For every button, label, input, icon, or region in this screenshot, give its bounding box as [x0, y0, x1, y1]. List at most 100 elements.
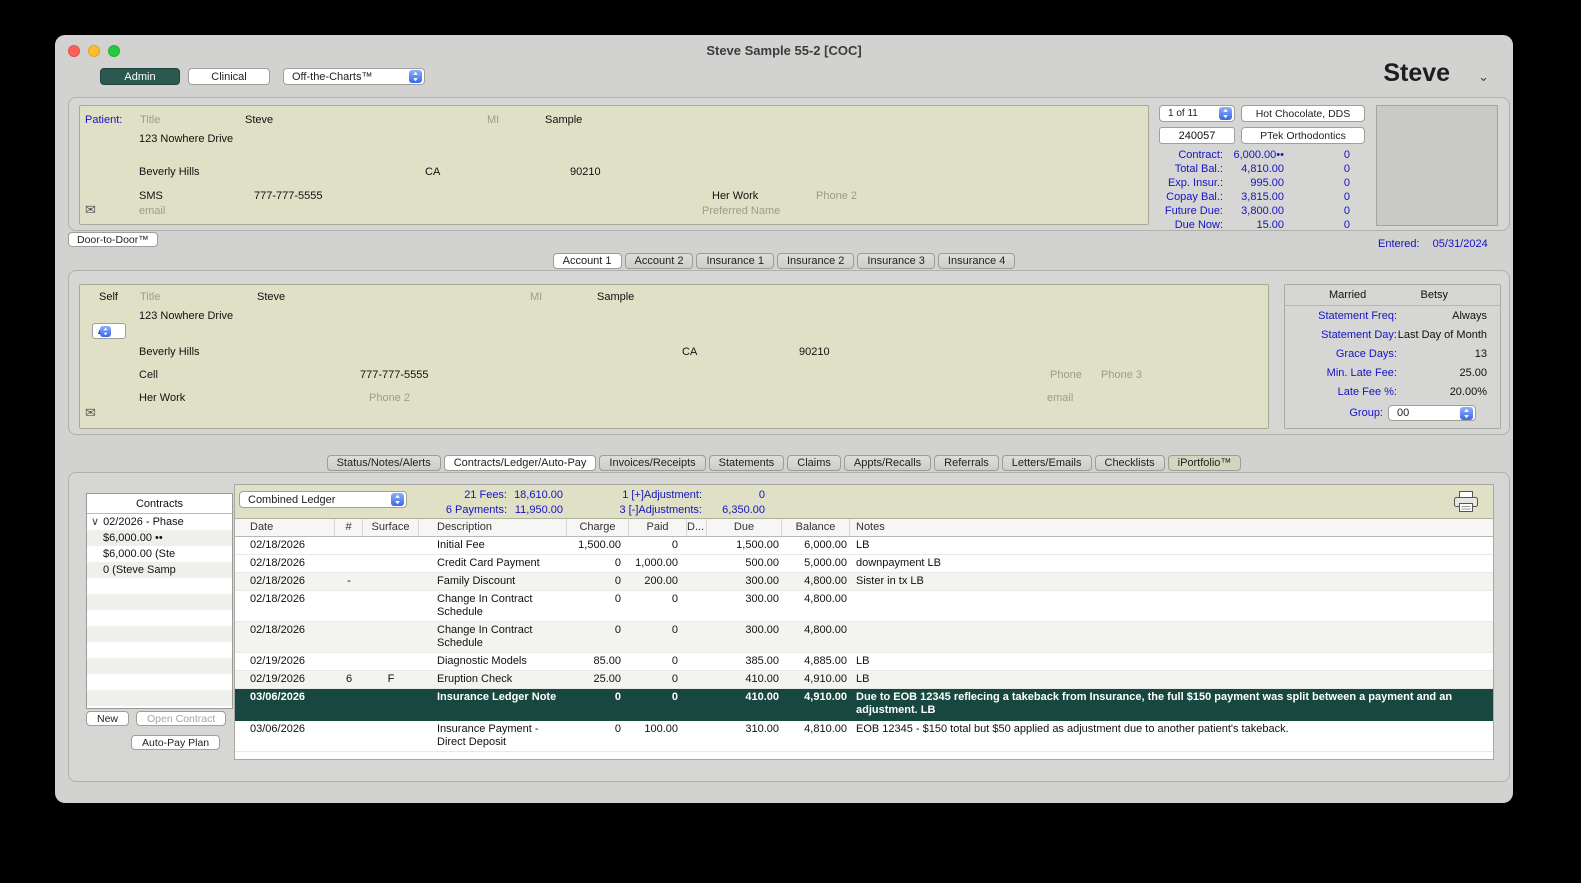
contract-tree-item[interactable]: $6,000.00 •• — [87, 530, 232, 546]
col-date[interactable]: Date — [235, 519, 335, 536]
col-description[interactable]: Description — [419, 519, 567, 536]
admin-button[interactable]: Admin — [100, 68, 180, 85]
patient-title-field[interactable]: Title — [140, 114, 160, 126]
tab-invoices-receipts[interactable]: Invoices/Receipts — [599, 455, 706, 471]
billing-value[interactable]: Always — [1397, 310, 1500, 322]
billing-value[interactable]: Last Day of Month — [1397, 329, 1500, 341]
account-type-select[interactable]: Δ — [92, 323, 126, 339]
new-contract-button[interactable]: New — [86, 711, 130, 726]
zoom-window-button[interactable] — [108, 45, 120, 57]
envelope-icon[interactable]: ✉ — [85, 202, 96, 218]
current-user[interactable]: Steve ⌄ — [1383, 59, 1489, 88]
record-pager-select[interactable]: 1 of 11 — [1159, 105, 1235, 122]
patient-phone-field[interactable]: 777-777-5555 — [254, 190, 323, 202]
billing-value[interactable]: 13 — [1397, 348, 1500, 360]
billing-value[interactable]: 20.00% — [1397, 386, 1500, 398]
ledger-view-select[interactable]: Combined Ledger — [239, 491, 407, 508]
col-d[interactable]: D... — [687, 519, 707, 536]
close-window-button[interactable] — [68, 45, 80, 57]
tab-letters-emails[interactable]: Letters/Emails — [1001, 455, 1092, 471]
patient-first-name[interactable]: Steve — [245, 114, 273, 126]
pos-adj-label: 1 [+]Adjustment: — [622, 489, 702, 501]
envelope-icon[interactable]: ✉ — [85, 405, 96, 421]
patient-preferred-name-field[interactable]: Preferred Name — [702, 205, 780, 217]
patient-phone2-field[interactable]: Phone 2 — [816, 190, 857, 202]
account-last-name[interactable]: Sample — [597, 291, 634, 303]
contract-tree-item[interactable]: 0 (Steve Samp — [87, 562, 232, 578]
col-paid[interactable]: Paid — [629, 519, 687, 536]
account-cell-field[interactable]: 777-777-5555 — [360, 369, 429, 381]
door-to-door-button[interactable]: Door-to-Door™ — [68, 232, 158, 247]
clinical-button[interactable]: Clinical — [188, 68, 270, 85]
col-num[interactable]: # — [335, 519, 363, 536]
col-due[interactable]: Due — [707, 519, 782, 536]
account-zip-field[interactable]: 90210 — [799, 346, 830, 358]
patient-mi-field[interactable]: MI — [487, 114, 499, 126]
disclosure-triangle-icon[interactable]: ∨ — [91, 516, 99, 528]
group-select[interactable]: 00 — [1388, 405, 1476, 421]
patient-street-field[interactable]: 123 Nowhere Drive — [139, 133, 233, 145]
tab-status-notes-alerts[interactable]: Status/Notes/Alerts — [326, 455, 441, 471]
doctor-button[interactable]: Hot Chocolate, DDS — [1241, 105, 1365, 122]
account-phone-field[interactable]: Phone — [1050, 369, 1082, 381]
col-notes[interactable]: Notes — [850, 519, 1493, 536]
account-city-field[interactable]: Beverly Hills — [139, 346, 200, 358]
account-phone2-field[interactable]: Phone 2 — [369, 392, 410, 404]
ledger-row[interactable]: 03/06/2026 Insurance Payment - Direct De… — [235, 721, 1493, 752]
tab-iportfolio[interactable]: iPortfolio™ — [1167, 455, 1242, 471]
patient-zip-field[interactable]: 90210 — [570, 166, 601, 178]
minimize-window-button[interactable] — [88, 45, 100, 57]
spouse-name[interactable]: Betsy — [1420, 289, 1448, 301]
account-state-field[interactable]: CA — [682, 346, 697, 358]
account-title-field[interactable]: Title — [140, 291, 160, 303]
contract-tree-item[interactable]: ∨ 02/2026 - Phase — [87, 514, 232, 530]
patient-city-field[interactable]: Beverly Hills — [139, 166, 200, 178]
patient-last-name[interactable]: Sample — [545, 114, 582, 126]
tab-claims[interactable]: Claims — [787, 455, 841, 471]
tab-insurance-4[interactable]: Insurance 4 — [937, 253, 1016, 269]
tab-account-1[interactable]: Account 1 — [552, 253, 622, 269]
ledger-row[interactable]: 02/18/2026 Change In Contract Schedule 0… — [235, 622, 1493, 653]
tab-contracts-ledger-auto-pay[interactable]: Contracts/Ledger/Auto-Pay — [443, 455, 597, 471]
print-button[interactable] — [1451, 489, 1481, 515]
ledger-view-value: Combined Ledger — [248, 493, 336, 506]
chart-number-field[interactable]: 240057 — [1159, 127, 1235, 144]
tab-insurance-2[interactable]: Insurance 2 — [776, 253, 855, 269]
account-street-field[interactable]: 123 Nowhere Drive — [139, 310, 233, 322]
tab-referrals[interactable]: Referrals — [934, 455, 999, 471]
patient-phone-type[interactable]: SMS — [139, 190, 163, 202]
tab-statements[interactable]: Statements — [708, 455, 785, 471]
module-select[interactable]: Off-the-Charts™ — [283, 68, 425, 85]
ledger-row[interactable]: 02/19/2026 6 F Eruption Check 25.00 0 410.0… — [235, 671, 1493, 689]
fin-label: Copay Bal.: — [1166, 191, 1223, 203]
patient-email-field[interactable]: email — [139, 205, 165, 217]
ledger-row[interactable]: 02/18/2026 Credit Card Payment 0 1,000.00… — [235, 555, 1493, 573]
ledger-row[interactable]: 02/18/2026 Initial Fee 1,500.00 0 1,500.0… — [235, 537, 1493, 555]
account-phone3-field[interactable]: Phone 3 — [1101, 369, 1142, 381]
account-work-label[interactable]: Her Work — [139, 392, 185, 404]
billing-value[interactable]: 25.00 — [1397, 367, 1500, 379]
account-cell-label[interactable]: Cell — [139, 369, 158, 381]
practice-button[interactable]: PTek Orthodontics — [1241, 127, 1365, 144]
tab-insurance-3[interactable]: Insurance 3 — [857, 253, 935, 269]
col-charge[interactable]: Charge — [567, 519, 629, 536]
account-first-name[interactable]: Steve — [257, 291, 285, 303]
ledger-row[interactable]: 02/19/2026 Diagnostic Models 85.00 0 385.… — [235, 653, 1493, 671]
patient-state-field[interactable]: CA — [425, 166, 440, 178]
auto-pay-plan-button[interactable]: Auto-Pay Plan — [131, 735, 221, 750]
patient-work-label[interactable]: Her Work — [712, 190, 758, 202]
ledger-row[interactable]: 02/18/2026 Change In Contract Schedule 0… — [235, 591, 1493, 622]
ledger-row-selected[interactable]: 03/06/2026 Insurance Ledger Note 00 410.… — [235, 689, 1493, 721]
col-surface[interactable]: Surface — [363, 519, 419, 536]
ledger-row[interactable]: 02/18/2026- Family Discount 0 200.00 300.… — [235, 573, 1493, 591]
open-contract-button[interactable]: Open Contract — [136, 711, 227, 726]
account-email-field[interactable]: email — [1047, 392, 1073, 404]
tab-account-2[interactable]: Account 2 — [624, 253, 694, 269]
tab-insurance-1[interactable]: Insurance 1 — [696, 253, 774, 269]
marital-status[interactable]: Married — [1329, 289, 1366, 301]
account-mi-field[interactable]: MI — [530, 291, 542, 303]
tab-appts-recalls[interactable]: Appts/Recalls — [843, 455, 932, 471]
tab-checklists[interactable]: Checklists — [1094, 455, 1165, 471]
col-balance[interactable]: Balance — [782, 519, 850, 536]
contract-tree-item[interactable]: $6,000.00 (Ste — [87, 546, 232, 562]
